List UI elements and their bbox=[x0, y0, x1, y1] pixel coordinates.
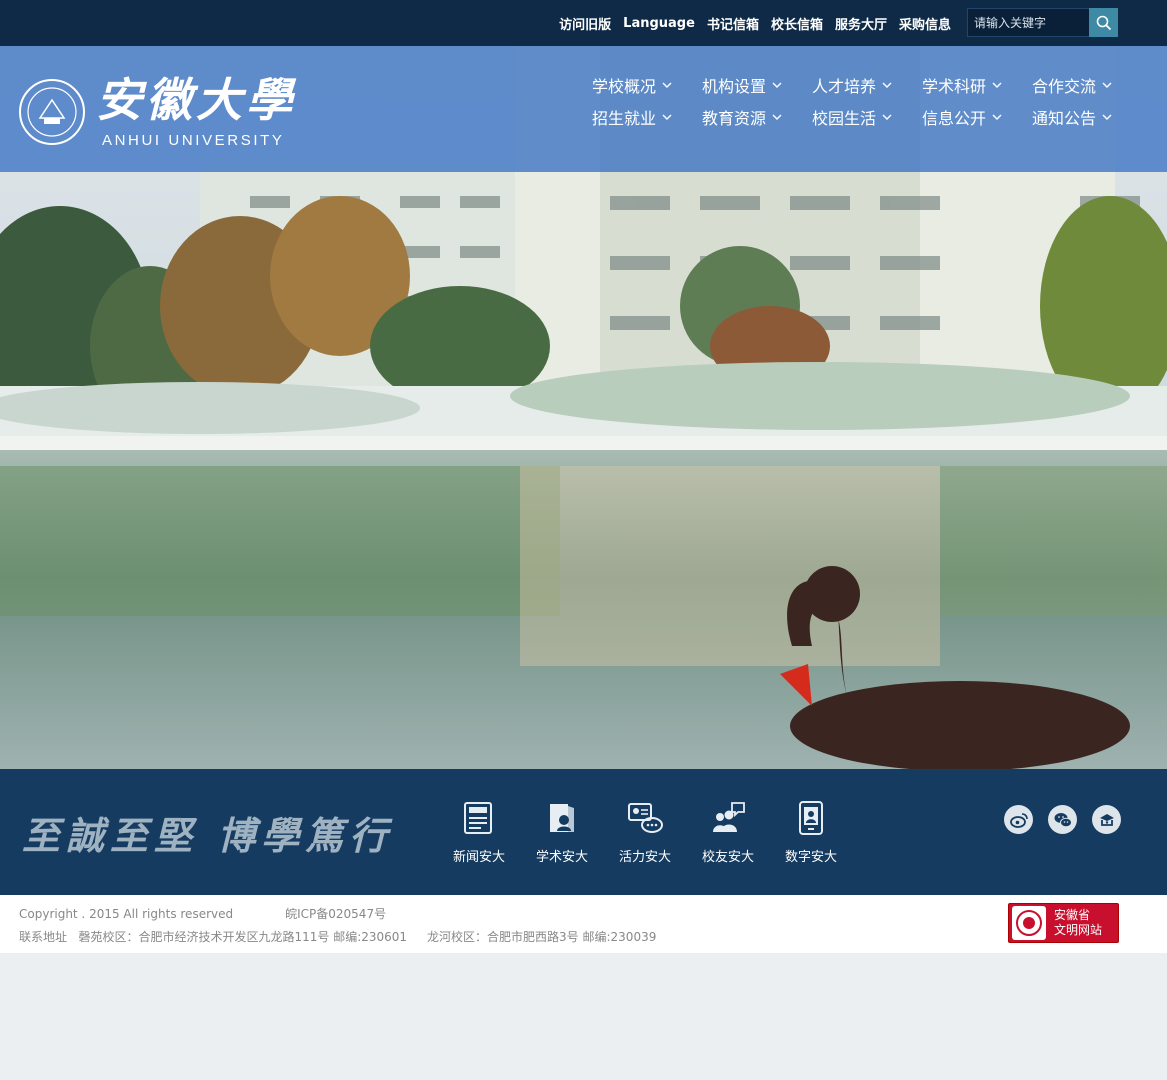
digital-device-icon bbox=[799, 801, 823, 835]
nav-label: 合作交流 bbox=[1032, 77, 1097, 96]
nav-education-resources[interactable]: 教育资源 bbox=[702, 106, 812, 128]
university-seal-icon bbox=[19, 79, 85, 145]
search-box bbox=[967, 8, 1118, 37]
nav-school-overview[interactable]: 学校概况 bbox=[592, 74, 702, 96]
campus-address-longhe: 龙河校区：合肥市肥西路3号 邮编:230039 bbox=[427, 930, 657, 944]
chevron-down-icon bbox=[772, 82, 782, 88]
nav-admissions[interactable]: 招生就业 bbox=[592, 106, 702, 128]
procurement-link[interactable]: 采购信息 bbox=[899, 14, 951, 33]
book-scholar-icon bbox=[550, 804, 574, 832]
language-link[interactable]: Language bbox=[623, 16, 695, 31]
quick-link-vitality[interactable]: 活力安大 bbox=[612, 800, 678, 865]
quick-link-label: 学术安大 bbox=[535, 850, 588, 865]
chevron-down-icon bbox=[662, 114, 672, 120]
quick-link-label: 新闻安大 bbox=[452, 850, 505, 865]
nav-label: 招生就业 bbox=[592, 109, 657, 128]
copyright-line: Copyright . 2015 All rights reserved 皖ICP… bbox=[19, 905, 386, 922]
nav-label: 通知公告 bbox=[1032, 109, 1097, 128]
mobile-app-button[interactable] bbox=[1092, 805, 1121, 834]
weibo-icon bbox=[1009, 812, 1028, 828]
university-motto: 至誠至堅 博學篤行 bbox=[22, 813, 394, 858]
quick-link-alumni[interactable]: 校友安大 bbox=[695, 800, 761, 865]
mobile-app-icon bbox=[1099, 813, 1114, 826]
nav-label: 信息公开 bbox=[922, 109, 987, 128]
chevron-down-icon bbox=[882, 114, 892, 120]
icp-number: 皖ICP备020547号 bbox=[285, 907, 387, 921]
alumni-group-icon bbox=[713, 802, 745, 832]
top-links: 访问旧版 Language 书记信箱 校长信箱 服务大厅 采购信息 bbox=[559, 0, 951, 46]
nav-cooperation[interactable]: 合作交流 bbox=[1032, 74, 1142, 96]
nav-label: 教育资源 bbox=[702, 109, 767, 128]
university-name-cn: 安徽大學 bbox=[96, 73, 296, 127]
chevron-down-icon bbox=[1102, 114, 1112, 120]
search-button[interactable] bbox=[1089, 8, 1118, 37]
quick-link-label: 校友安大 bbox=[701, 850, 754, 865]
chevron-down-icon bbox=[992, 114, 1002, 120]
top-bar: 访问旧版 Language 书记信箱 校长信箱 服务大厅 采购信息 bbox=[0, 0, 1167, 46]
search-input[interactable] bbox=[967, 8, 1089, 37]
main-nav: 学校概况 机构设置 人才培养 学术科研 合作交流 招生就业 教育资源 校园生活 … bbox=[592, 74, 1152, 128]
civilized-website-badge[interactable]: 安徽省 文明网站 bbox=[1008, 903, 1119, 943]
civilization-emblem-icon bbox=[1012, 906, 1046, 940]
badge-line-2: 文明网站 bbox=[1054, 923, 1103, 937]
weibo-button[interactable] bbox=[1004, 805, 1033, 834]
chevron-down-icon bbox=[772, 114, 782, 120]
quick-link-academic[interactable]: 学术安大 bbox=[529, 800, 595, 865]
address-line: 联系地址 磬苑校区：合肥市经济技术开发区九龙路111号 邮编:230601 龙河校… bbox=[19, 928, 656, 945]
social-links bbox=[1004, 805, 1121, 834]
campus-address-qingyuan: 磬苑校区：合肥市经济技术开发区九龙路111号 邮编:230601 bbox=[78, 930, 408, 944]
old-version-link[interactable]: 访问旧版 bbox=[559, 14, 611, 33]
nav-talent-cultivation[interactable]: 人才培养 bbox=[812, 74, 922, 96]
nav-label: 学校概况 bbox=[592, 77, 657, 96]
copyright-text: Copyright . 2015 All rights reserved bbox=[19, 907, 234, 921]
quick-link-digital[interactable]: 数字安大 bbox=[778, 800, 844, 865]
nav-research[interactable]: 学术科研 bbox=[922, 74, 1032, 96]
chevron-down-icon bbox=[992, 82, 1002, 88]
nav-label: 机构设置 bbox=[702, 77, 767, 96]
university-logo[interactable]: 安徽大學 ANHUI UNIVERSITY bbox=[18, 73, 296, 149]
nav-label: 校园生活 bbox=[812, 109, 877, 128]
nav-label: 人才培养 bbox=[812, 77, 877, 96]
nav-info-disclosure[interactable]: 信息公开 bbox=[922, 106, 1032, 128]
badge-line-1: 安徽省 bbox=[1054, 908, 1091, 922]
quick-links: 新闻安大 学术安大 活力安大 校友安大 数字安大 bbox=[446, 800, 844, 865]
service-hall-link[interactable]: 服务大厅 bbox=[835, 14, 887, 33]
address-label: 联系地址 bbox=[19, 930, 68, 944]
chevron-down-icon bbox=[662, 82, 672, 88]
president-mailbox-link[interactable]: 校长信箱 bbox=[771, 14, 823, 33]
search-icon bbox=[1096, 15, 1111, 30]
quick-link-news[interactable]: 新闻安大 bbox=[446, 800, 512, 865]
chat-people-icon bbox=[628, 803, 663, 833]
quick-link-label: 活力安大 bbox=[618, 850, 671, 865]
wechat-button[interactable] bbox=[1048, 805, 1077, 834]
chevron-down-icon bbox=[882, 82, 892, 88]
quick-link-label: 数字安大 bbox=[784, 850, 837, 865]
nav-campus-life[interactable]: 校园生活 bbox=[812, 106, 922, 128]
nav-announcements[interactable]: 通知公告 bbox=[1032, 106, 1142, 128]
footer: Copyright . 2015 All rights reserved 皖ICP… bbox=[0, 895, 1167, 953]
news-icon bbox=[464, 802, 492, 834]
university-name-en: ANHUI UNIVERSITY bbox=[102, 132, 285, 149]
secretary-mailbox-link[interactable]: 书记信箱 bbox=[707, 14, 759, 33]
wechat-icon bbox=[1054, 812, 1072, 827]
nav-institutions[interactable]: 机构设置 bbox=[702, 74, 812, 96]
chevron-down-icon bbox=[1102, 82, 1112, 88]
nav-label: 学术科研 bbox=[922, 77, 987, 96]
